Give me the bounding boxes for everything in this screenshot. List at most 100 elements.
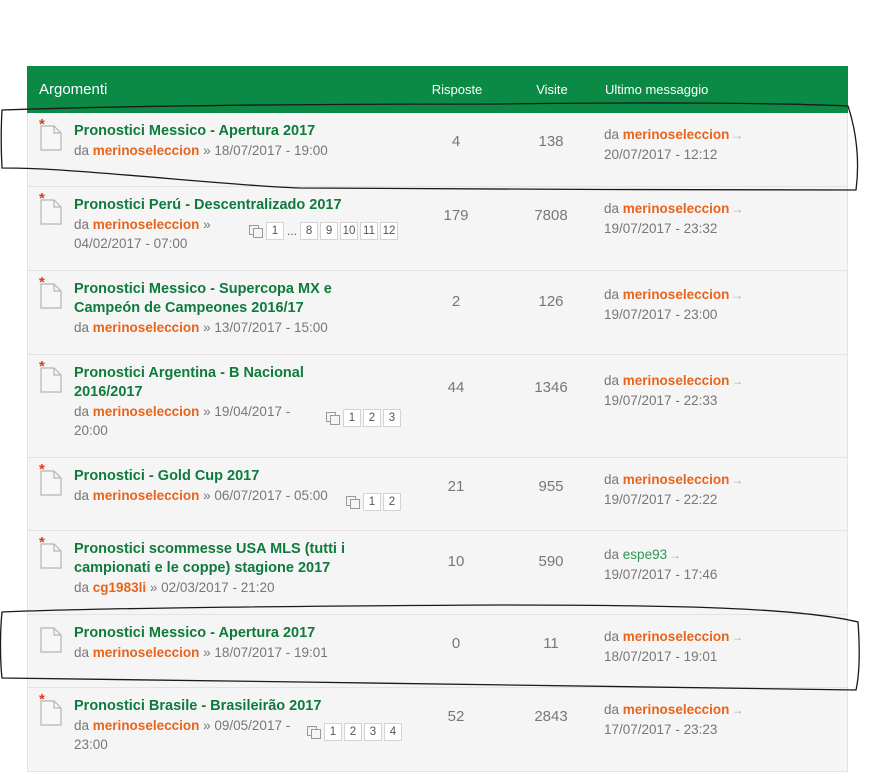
page-link[interactable]: 8 <box>300 222 319 240</box>
topic-pagination: 1... 8 9 10 11 12 <box>249 222 399 240</box>
topic-title-link[interactable]: Pronostici - Gold Cup 2017 <box>74 467 374 486</box>
last-post-author-link[interactable]: merinoseleccion <box>623 201 730 216</box>
go-to-last-post-icon[interactable]: → <box>731 128 743 142</box>
topic-title-link[interactable]: Pronostici Messico - Apertura 2017 <box>74 122 374 141</box>
last-post-date: 19/07/2017 - 17:46 <box>604 567 718 582</box>
last-post-author-link[interactable]: merinoseleccion <box>623 629 730 644</box>
page-link[interactable]: 1 <box>266 222 284 240</box>
topic-author-link[interactable]: merinoseleccion <box>93 320 200 335</box>
views-count: 11 <box>543 635 559 652</box>
last-post-date: 17/07/2017 - 23:23 <box>604 722 718 737</box>
last-post-date: 19/07/2017 - 23:32 <box>604 221 718 236</box>
pagination-ellipsis: ... <box>287 224 298 238</box>
page-link[interactable]: 9 <box>320 222 339 240</box>
column-topics[interactable]: Argomenti <box>39 66 107 113</box>
column-replies[interactable]: Risposte <box>417 66 497 113</box>
page-link[interactable]: 4 <box>384 723 402 741</box>
last-post-author-line: da merinoseleccion → <box>604 470 743 490</box>
last-post: da merinoseleccion → 18/07/2017 - 19:01 <box>604 627 743 666</box>
last-post-author-link[interactable]: merinoseleccion <box>623 472 730 487</box>
topic-title-link[interactable]: Pronostici Messico - Supercopa MX e Camp… <box>74 280 374 318</box>
by-label: da <box>74 488 90 503</box>
last-post-author-link[interactable]: merinoseleccion <box>623 287 730 302</box>
page-link[interactable]: 3 <box>364 723 382 741</box>
page-link[interactable]: 12 <box>380 222 399 240</box>
go-to-last-post-icon[interactable]: → <box>731 630 743 644</box>
go-to-last-post-icon[interactable]: → <box>731 374 743 388</box>
topic-title-link[interactable]: Pronostici Perú - Descentralizado 2017 <box>74 196 374 215</box>
topic-author-link[interactable]: merinoseleccion <box>93 217 200 232</box>
topic-row[interactable]: * Pronostici Messico - Apertura 2017 da me… <box>27 113 848 187</box>
go-to-last-post-icon[interactable]: → <box>731 288 743 302</box>
topic-author-link[interactable]: merinoseleccion <box>93 404 200 419</box>
topic-info: Pronostici - Gold Cup 2017 da merinoselec… <box>74 467 374 505</box>
column-views[interactable]: Visite <box>512 66 592 113</box>
topic-author-link[interactable]: merinoseleccion <box>93 143 200 158</box>
last-post-author-link[interactable]: merinoseleccion <box>623 373 730 388</box>
multipage-icon <box>346 496 360 509</box>
page-link[interactable]: 1 <box>324 723 342 741</box>
topic-date: 13/07/2017 - 15:00 <box>214 320 328 335</box>
by-label: da <box>74 217 90 232</box>
replies-count: 21 <box>447 478 465 495</box>
last-post-date: 19/07/2017 - 22:33 <box>604 393 718 408</box>
page-link[interactable]: 10 <box>340 222 359 240</box>
topic-meta: da cg1983li » 02/03/2017 - 21:20 <box>74 578 374 597</box>
page-link[interactable]: 2 <box>344 723 362 741</box>
separator: » <box>203 718 211 733</box>
new-posts-marker-icon: * <box>39 274 45 291</box>
topic-meta: da merinoseleccion » 13/07/2017 - 15:00 <box>74 318 374 337</box>
page-link[interactable]: 1 <box>343 409 361 427</box>
replies-count: 10 <box>447 553 465 570</box>
last-post-author-line: da merinoseleccion → <box>604 125 743 145</box>
go-to-last-post-icon[interactable]: → <box>731 703 743 717</box>
go-to-last-post-icon[interactable]: → <box>731 202 743 216</box>
topic-row[interactable]: Pronostici Messico - Apertura 2017 da mer… <box>27 615 848 688</box>
topic-author-link[interactable]: merinoseleccion <box>93 645 200 660</box>
page-link[interactable]: 3 <box>383 409 401 427</box>
last-post-author-link[interactable]: merinoseleccion <box>623 127 730 142</box>
page-link[interactable]: 2 <box>363 409 381 427</box>
new-posts-marker-icon: * <box>39 534 45 551</box>
topic-row[interactable]: * Pronostici - Gold Cup 2017 da merinosele… <box>27 458 848 531</box>
last-post-author-line: da merinoseleccion → <box>604 371 743 391</box>
page-link[interactable]: 11 <box>360 222 379 240</box>
replies-count: 52 <box>447 708 465 725</box>
last-post-date: 19/07/2017 - 22:22 <box>604 492 718 507</box>
replies-count: 2 <box>451 293 461 310</box>
topic-title-link[interactable]: Pronostici Argentina - B Nacional 2016/2… <box>74 364 374 402</box>
topic-author-link[interactable]: merinoseleccion <box>93 488 200 503</box>
topic-meta: da merinoseleccion » 18/07/2017 - 19:00 <box>74 141 374 160</box>
topic-row[interactable]: * Pronostici Brasile - Brasileirão 2017 da… <box>27 688 848 772</box>
new-posts-marker-icon: * <box>39 190 45 207</box>
page-link[interactable]: 2 <box>383 493 401 511</box>
topic-title-link[interactable]: Pronostici scommesse USA MLS (tutti i ca… <box>74 540 374 578</box>
topic-row[interactable]: * Pronostici Messico - Supercopa MX e Cam… <box>27 271 848 355</box>
last-post-author-link[interactable]: merinoseleccion <box>623 702 730 717</box>
go-to-last-post-icon[interactable]: → <box>669 548 681 562</box>
last-post: da merinoseleccion → 19/07/2017 - 23:00 <box>604 285 743 324</box>
topic-list-header: Argomenti Risposte Visite Ultimo messagg… <box>27 66 848 113</box>
topic-author-link[interactable]: merinoseleccion <box>93 718 200 733</box>
views-count: 2843 <box>534 708 568 725</box>
last-post-date: 19/07/2017 - 23:00 <box>604 307 718 322</box>
views-count: 126 <box>538 293 564 310</box>
last-post: da merinoseleccion → 19/07/2017 - 22:33 <box>604 371 743 410</box>
topic-info: Pronostici Messico - Apertura 2017 da mer… <box>74 122 374 160</box>
topic-row[interactable]: * Pronostici scommesse USA MLS (tutti i c… <box>27 531 848 615</box>
topic-row[interactable]: * Pronostici Argentina - B Nacional 2016/… <box>27 355 848 458</box>
last-post-author-line: da espe93 → <box>604 545 717 565</box>
column-last-post[interactable]: Ultimo messaggio <box>605 66 708 113</box>
last-post-author-link[interactable]: espe93 <box>623 547 667 562</box>
topic-title-link[interactable]: Pronostici Brasile - Brasileirão 2017 <box>74 697 374 716</box>
topic-author-link[interactable]: cg1983li <box>93 580 146 595</box>
topic-row[interactable]: * Pronostici Perú - Descentralizado 2017 d… <box>27 187 848 271</box>
separator: » <box>203 217 211 232</box>
page-link[interactable]: 1 <box>363 493 381 511</box>
by-label: da <box>74 320 90 335</box>
by-label: da <box>604 127 620 142</box>
topic-info: Pronostici scommesse USA MLS (tutti i ca… <box>74 540 374 597</box>
topic-title-link[interactable]: Pronostici Messico - Apertura 2017 <box>74 624 374 643</box>
topic-meta: da merinoseleccion » 06/07/2017 - 05:00 <box>74 486 374 505</box>
go-to-last-post-icon[interactable]: → <box>731 473 743 487</box>
